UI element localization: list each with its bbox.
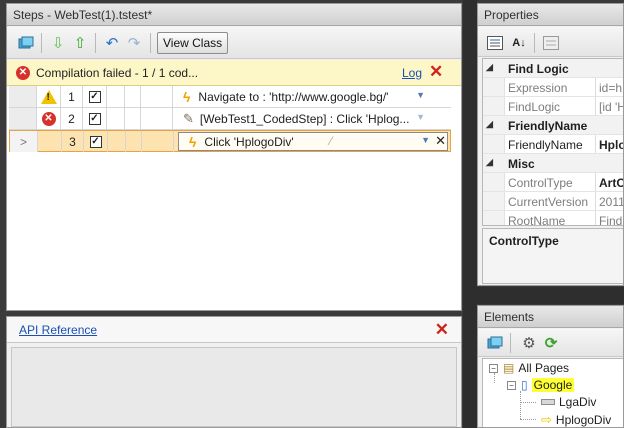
warning-icon: !: [37, 86, 61, 107]
vertical-splitter[interactable]: [463, 0, 477, 428]
step-row[interactable]: ✕ 2 ✓ ✎ [WebTest1_CodedStep] : Click 'Hp…: [9, 108, 451, 130]
collapse-icon[interactable]: −: [489, 363, 498, 373]
property-grid: ◢ Find Logic Expression id=h FindLogic […: [482, 58, 623, 226]
step-enabled-checkbox[interactable]: ✓: [88, 112, 101, 125]
chevron-down-icon[interactable]: ▼: [416, 90, 425, 100]
redo-icon[interactable]: ↷: [123, 32, 145, 54]
compilation-error-bar: ✕ Compilation failed - 1 / 1 cod... Log …: [7, 60, 461, 86]
gear-icon[interactable]: ⚙: [518, 332, 540, 354]
chevron-down-icon[interactable]: ▼: [421, 135, 430, 145]
undo-icon[interactable]: ↶: [101, 32, 123, 54]
steps-toolbar: ⇩ ⇧ ↶ ↷ View Class: [7, 27, 461, 59]
step-description: Navigate to : 'http://www.google.bg/': [198, 89, 389, 104]
api-reference-panel: API Reference ✕: [6, 316, 462, 428]
chevron-down-icon[interactable]: ▼: [416, 112, 425, 122]
move-down-icon[interactable]: ⇩: [47, 32, 69, 54]
elements-panel: Elements ⚙ ⟳ − ▤ All Pages − ▯ Google Lg…: [477, 305, 624, 428]
step-enabled-checkbox[interactable]: ✓: [88, 90, 101, 103]
move-up-icon[interactable]: ⇧: [69, 32, 91, 54]
api-reference-header: API Reference ✕: [7, 317, 461, 343]
step-number: 1: [61, 86, 83, 107]
property-category[interactable]: ◢ Find Logic: [483, 59, 623, 78]
row-selector[interactable]: [9, 86, 37, 107]
view-class-button[interactable]: View Class: [157, 32, 229, 54]
property-description: ControlType: [482, 228, 623, 284]
step-description-cell[interactable]: ϟ Click 'HplogoDiv': [178, 132, 448, 151]
steps-panel: Steps - WebTest(1).tstest* ⇩ ⇧ ↶ ↷ View …: [6, 3, 462, 311]
step-row-selected[interactable]: > 3 ✓ ϟ Click 'HplogoDiv' ⁄ ▼ ✕: [9, 130, 451, 152]
property-row[interactable]: CurrentVersion 2011: [483, 192, 623, 211]
step-enabled-checkbox[interactable]: ✓: [89, 135, 102, 148]
close-api-reference-icon[interactable]: ✕: [435, 320, 449, 340]
collapse-icon[interactable]: −: [507, 380, 516, 390]
error-message: Compilation failed - 1 / 1 cod...: [36, 66, 199, 80]
error-icon: ✕: [41, 111, 56, 126]
tree-node-all-pages[interactable]: − ▤ All Pages: [489, 361, 569, 375]
property-row[interactable]: FindLogic [id 'H: [483, 97, 623, 116]
record-icon[interactable]: [484, 332, 506, 354]
properties-panel-title: Properties: [478, 4, 623, 26]
tree-node-element[interactable]: ⇨ HplogoDiv: [541, 412, 611, 427]
tree-node-element[interactable]: LgaDiv: [541, 395, 596, 409]
collapse-icon[interactable]: ◢: [486, 62, 493, 73]
page-icon: ▯: [521, 378, 528, 392]
arrow-element-icon: ⇨: [541, 412, 552, 427]
error-icon: ✕: [16, 66, 30, 80]
tree-node-page[interactable]: − ▯ Google: [507, 378, 575, 392]
row-selector[interactable]: >: [10, 131, 38, 152]
element-icon: [541, 399, 555, 405]
step-number: 2: [61, 108, 83, 129]
row-pointer-icon: >: [19, 134, 27, 149]
elements-toolbar: ⚙ ⟳: [478, 329, 623, 357]
property-category[interactable]: ◢ FriendlyName: [483, 116, 623, 135]
collapse-icon[interactable]: ◢: [486, 119, 493, 130]
property-pages-icon[interactable]: [540, 32, 562, 54]
property-category[interactable]: ◢ Misc: [483, 154, 623, 173]
collapse-icon[interactable]: ◢: [486, 157, 493, 168]
elements-panel-title: Elements: [478, 306, 623, 328]
property-row[interactable]: ControlType ArtO: [483, 173, 623, 192]
sort-alphabetical-icon[interactable]: A↓: [508, 32, 530, 54]
magic-wand-icon[interactable]: ⁄: [330, 134, 332, 148]
step-number: 3: [62, 131, 84, 152]
coded-step-icon: ✎: [183, 110, 194, 126]
elements-tree: − ▤ All Pages − ▯ Google LgaDiv ⇨ Hplogo…: [482, 358, 623, 427]
delete-step-icon[interactable]: ✕: [435, 133, 446, 149]
step-row[interactable]: ! 1 ✓ ϟ Navigate to : 'http://www.google…: [9, 86, 451, 108]
step-description: Click 'HplogoDiv': [204, 134, 294, 149]
close-error-bar-icon[interactable]: ✕: [429, 62, 443, 82]
step-description-cell[interactable]: ✎ [WebTest1_CodedStep] : Click 'Hplog...: [173, 108, 451, 129]
property-row[interactable]: Expression id=h: [483, 78, 623, 97]
log-link[interactable]: Log: [402, 66, 422, 80]
categorized-icon[interactable]: [484, 32, 506, 54]
record-icon[interactable]: [15, 32, 37, 54]
step-description-cell[interactable]: ϟ Navigate to : 'http://www.google.bg/': [173, 86, 451, 107]
properties-toolbar: A↓: [478, 27, 623, 57]
lightning-icon: ϟ: [183, 88, 191, 105]
property-row[interactable]: RootName Find: [483, 211, 623, 225]
property-row[interactable]: FriendlyName Hplo: [483, 135, 623, 154]
horizontal-splitter[interactable]: [477, 287, 624, 304]
row-selector[interactable]: [9, 108, 37, 129]
step-description: [WebTest1_CodedStep] : Click 'Hplog...: [199, 111, 410, 126]
lightning-icon: ϟ: [189, 133, 197, 150]
pages-icon: ▤: [503, 361, 515, 375]
api-reference-link[interactable]: API Reference: [19, 323, 97, 337]
refresh-icon[interactable]: ⟳: [540, 332, 562, 354]
steps-grid: ! 1 ✓ ϟ Navigate to : 'http://www.google…: [7, 86, 461, 310]
api-reference-content: [11, 347, 457, 427]
properties-panel: Properties A↓ ◢ Find Logic Expression id…: [477, 3, 624, 286]
steps-panel-title: Steps - WebTest(1).tstest*: [7, 4, 461, 26]
